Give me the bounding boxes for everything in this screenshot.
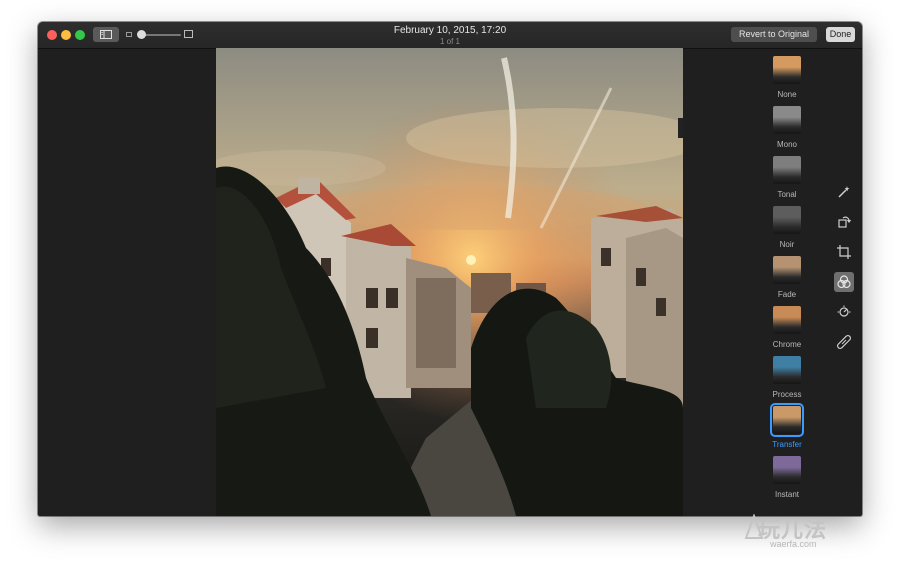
filter-fade[interactable]: Fade xyxy=(758,250,816,300)
rotate-icon xyxy=(838,216,851,228)
filters-icon xyxy=(837,275,851,289)
filter-fade-thumbnail xyxy=(773,256,801,284)
filter-process-thumbnail xyxy=(773,356,801,384)
filter-noir-thumbnail xyxy=(773,206,801,234)
revert-to-original-button[interactable]: Revert to Original xyxy=(731,27,817,42)
title-bar: February 10, 2015, 17:20 1 of 1 Revert t… xyxy=(38,22,862,49)
filter-tonal[interactable]: Tonal xyxy=(758,150,816,200)
filter-label: Transfer xyxy=(772,440,802,449)
filter-tonal-thumbnail xyxy=(773,156,801,184)
edit-tools xyxy=(834,182,856,362)
filter-process[interactable]: Process xyxy=(758,350,816,400)
done-button[interactable]: Done xyxy=(826,27,855,42)
filter-label: None xyxy=(777,90,797,99)
photos-window: February 10, 2015, 17:20 1 of 1 Revert t… xyxy=(38,22,862,516)
photo-image xyxy=(216,48,683,516)
filter-mono[interactable]: Mono xyxy=(758,100,816,150)
watermark-url: waerfa.com xyxy=(770,539,817,549)
filter-label: Noir xyxy=(779,240,795,249)
crop-icon xyxy=(837,245,851,259)
filter-noir[interactable]: Noir xyxy=(758,200,816,250)
filter-label: Mono xyxy=(776,140,797,149)
filter-strip: None Mono Tonal Noir Fade Chrome Process xyxy=(758,50,816,516)
enhance-tool[interactable] xyxy=(834,182,854,202)
filter-none-thumbnail xyxy=(773,56,801,84)
filter-transfer-thumbnail xyxy=(770,403,804,437)
filter-label: Process xyxy=(772,390,802,399)
adjust-icon xyxy=(837,305,851,317)
retouch-icon xyxy=(837,335,851,349)
filter-transfer[interactable]: Transfer xyxy=(758,400,816,450)
filter-mono-thumbnail xyxy=(773,106,801,134)
filter-label: Chrome xyxy=(772,340,802,349)
photo-canvas[interactable] xyxy=(216,48,683,516)
rotate-tool[interactable] xyxy=(834,212,854,232)
filter-chrome-thumbnail xyxy=(773,306,801,334)
filter-chrome[interactable]: Chrome xyxy=(758,300,816,350)
watermark: 玩儿法 waerfa.com xyxy=(744,512,854,552)
adjust-tool[interactable] xyxy=(834,302,854,322)
filter-label: Tonal xyxy=(777,190,797,199)
filter-label: Fade xyxy=(777,290,797,299)
filter-label: Instant xyxy=(774,490,799,499)
crop-tool[interactable] xyxy=(834,242,854,262)
magic-wand-icon xyxy=(838,186,850,198)
filter-none[interactable]: None xyxy=(758,50,816,100)
filter-instant-thumbnail xyxy=(773,456,801,484)
filters-tool[interactable] xyxy=(834,272,854,292)
retouch-tool[interactable] xyxy=(834,332,854,352)
filter-instant[interactable]: Instant xyxy=(758,450,816,500)
